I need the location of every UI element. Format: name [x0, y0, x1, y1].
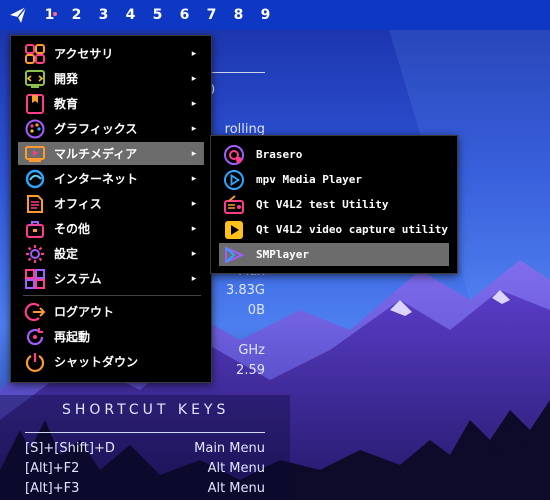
shortcut-keys-title: SHORTCUT KEYS [62, 402, 230, 418]
workspace-1-button[interactable]: 1 [36, 0, 63, 30]
menu-item-label: システム [54, 272, 102, 286]
other-icon [24, 218, 46, 240]
menu-item-system[interactable]: システム ▸ [18, 267, 204, 290]
menu-item-label: マルチメディア [54, 147, 138, 161]
multimedia-icon [24, 143, 46, 165]
menu-item-graphics[interactable]: グラフィックス ▸ [18, 117, 204, 140]
education-icon [24, 93, 46, 115]
submenu-item-label: Brasero [256, 148, 303, 161]
menu-item-settings[interactable]: 設定 ▸ [18, 242, 204, 265]
menu-item-accessories[interactable]: アクセサリ ▸ [18, 42, 204, 65]
app-launcher-button[interactable] [0, 0, 36, 30]
settings-icon [24, 243, 46, 265]
shortcut-action: Main Menu [194, 441, 265, 456]
office-icon [24, 193, 46, 215]
menu-item-label: アクセサリ [54, 47, 114, 61]
top-panel: 123456789 [0, 0, 550, 30]
graphics-icon [24, 118, 46, 140]
system-icon [24, 268, 46, 290]
submenu-arrow-icon: ▸ [191, 73, 197, 84]
submenu-item-label: Qt V4L2 video capture utility [256, 223, 449, 236]
submenu-arrow-icon: ▸ [191, 123, 197, 134]
shortcut-action: Alt Menu [207, 481, 265, 496]
menu-item-internet[interactable]: インターネット ▸ [18, 167, 204, 190]
submenu-item-smplayer[interactable]: SMPlayer [219, 243, 449, 266]
accessories-icon [24, 43, 46, 65]
workspace-5-button[interactable]: 5 [144, 0, 171, 30]
shortcut-action: Alt Menu [207, 461, 265, 476]
brasero-icon [223, 144, 245, 166]
submenu-arrow-icon: ▸ [191, 173, 197, 184]
submenu-arrow-icon: ▸ [191, 223, 197, 234]
submenu-item-brasero[interactable]: Brasero [219, 143, 449, 166]
menu-item-label: 設定 [54, 247, 79, 261]
submenu-arrow-icon: ▸ [191, 198, 197, 209]
menu-item-office[interactable]: オフィス ▸ [18, 192, 204, 215]
menu-item-multimedia[interactable]: マルチメディア ▸ [18, 142, 204, 165]
submenu-item-qv4l2[interactable]: Qt V4L2 test Utility [219, 193, 449, 216]
submenu-item-label: SMPlayer [256, 248, 309, 261]
menu-separator [23, 295, 201, 296]
shutdown-icon [24, 351, 46, 373]
submenu-arrow-icon: ▸ [191, 48, 197, 59]
multimedia-submenu: Brasero mpv Media Player Qt V4L2 test Util… [210, 135, 458, 274]
main-menu: アクセサリ ▸ 開発 ▸ 教育 ▸ グラフィックス ▸ マルチメディア ▸ インターネット ▸ オフィス… [10, 35, 212, 383]
submenu-item-label: mpv Media Player [256, 173, 362, 186]
submenu-arrow-icon: ▸ [191, 273, 197, 284]
workspace-3-button[interactable]: 3 [90, 0, 117, 30]
menu-item-reboot[interactable]: 再起動 [18, 325, 204, 348]
workspace-4-button[interactable]: 4 [117, 0, 144, 30]
shortcut-key: [S]+[Shift]+D [25, 441, 115, 456]
menu-item-logout[interactable]: ログアウト [18, 300, 204, 323]
menu-item-label: ログアウト [54, 305, 115, 319]
smplayer-icon [223, 244, 245, 266]
qvidcap-icon [223, 219, 245, 241]
logout-icon [24, 301, 46, 323]
mpv-icon [223, 169, 245, 191]
shortcut-key: [Alt]+F2 [25, 461, 80, 476]
submenu-arrow-icon: ▸ [191, 148, 197, 159]
submenu-item-qvidcap[interactable]: Qt V4L2 video capture utility [219, 218, 449, 241]
shortcut-key: [Alt]+F3 [25, 481, 80, 496]
shortcut-divider [25, 432, 265, 433]
menu-item-label: 開発 [54, 72, 79, 86]
workspace-7-button[interactable]: 7 [198, 0, 225, 30]
menu-item-education[interactable]: 教育 ▸ [18, 92, 204, 115]
menu-item-other[interactable]: その他 ▸ [18, 217, 204, 240]
qv4l2-icon [223, 194, 245, 216]
menu-item-label: インターネット [54, 172, 139, 186]
reboot-icon [24, 326, 46, 348]
paper-plane-icon [10, 6, 27, 23]
menu-item-label: オフィス [54, 197, 102, 211]
submenu-item-mpv[interactable]: mpv Media Player [219, 168, 449, 191]
menu-item-label: 教育 [54, 97, 79, 111]
conky-divider [210, 72, 265, 73]
menu-item-label: グラフィックス [54, 122, 138, 136]
submenu-item-label: Qt V4L2 test Utility [256, 198, 389, 211]
workspace-6-button[interactable]: 6 [171, 0, 198, 30]
submenu-arrow-icon: ▸ [191, 98, 197, 109]
submenu-arrow-icon: ▸ [191, 248, 197, 259]
menu-item-label: 再起動 [54, 330, 91, 344]
menu-item-shutdown[interactable]: シャットダウン [18, 350, 204, 373]
workspace-8-button[interactable]: 8 [225, 0, 252, 30]
menu-item-label: シャットダウン [54, 355, 139, 369]
workspace-2-button[interactable]: 2 [63, 0, 90, 30]
internet-icon [24, 168, 46, 190]
workspace-9-button[interactable]: 9 [252, 0, 279, 30]
development-icon [24, 68, 46, 90]
menu-item-label: その他 [54, 222, 91, 236]
menu-item-development[interactable]: 開発 ▸ [18, 67, 204, 90]
